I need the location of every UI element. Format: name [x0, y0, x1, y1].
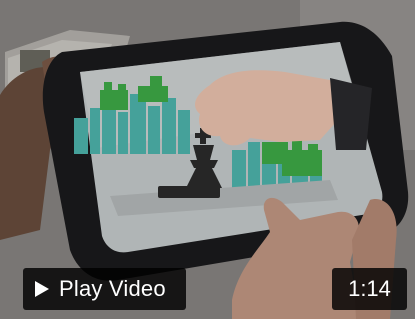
play-video-button[interactable]: Play Video — [23, 268, 186, 310]
play-icon — [35, 281, 49, 297]
duration-badge: 1:14 — [332, 268, 407, 310]
play-video-label: Play Video — [59, 276, 166, 301]
video-thumbnail[interactable]: Play Video 1:14 — [0, 0, 415, 319]
